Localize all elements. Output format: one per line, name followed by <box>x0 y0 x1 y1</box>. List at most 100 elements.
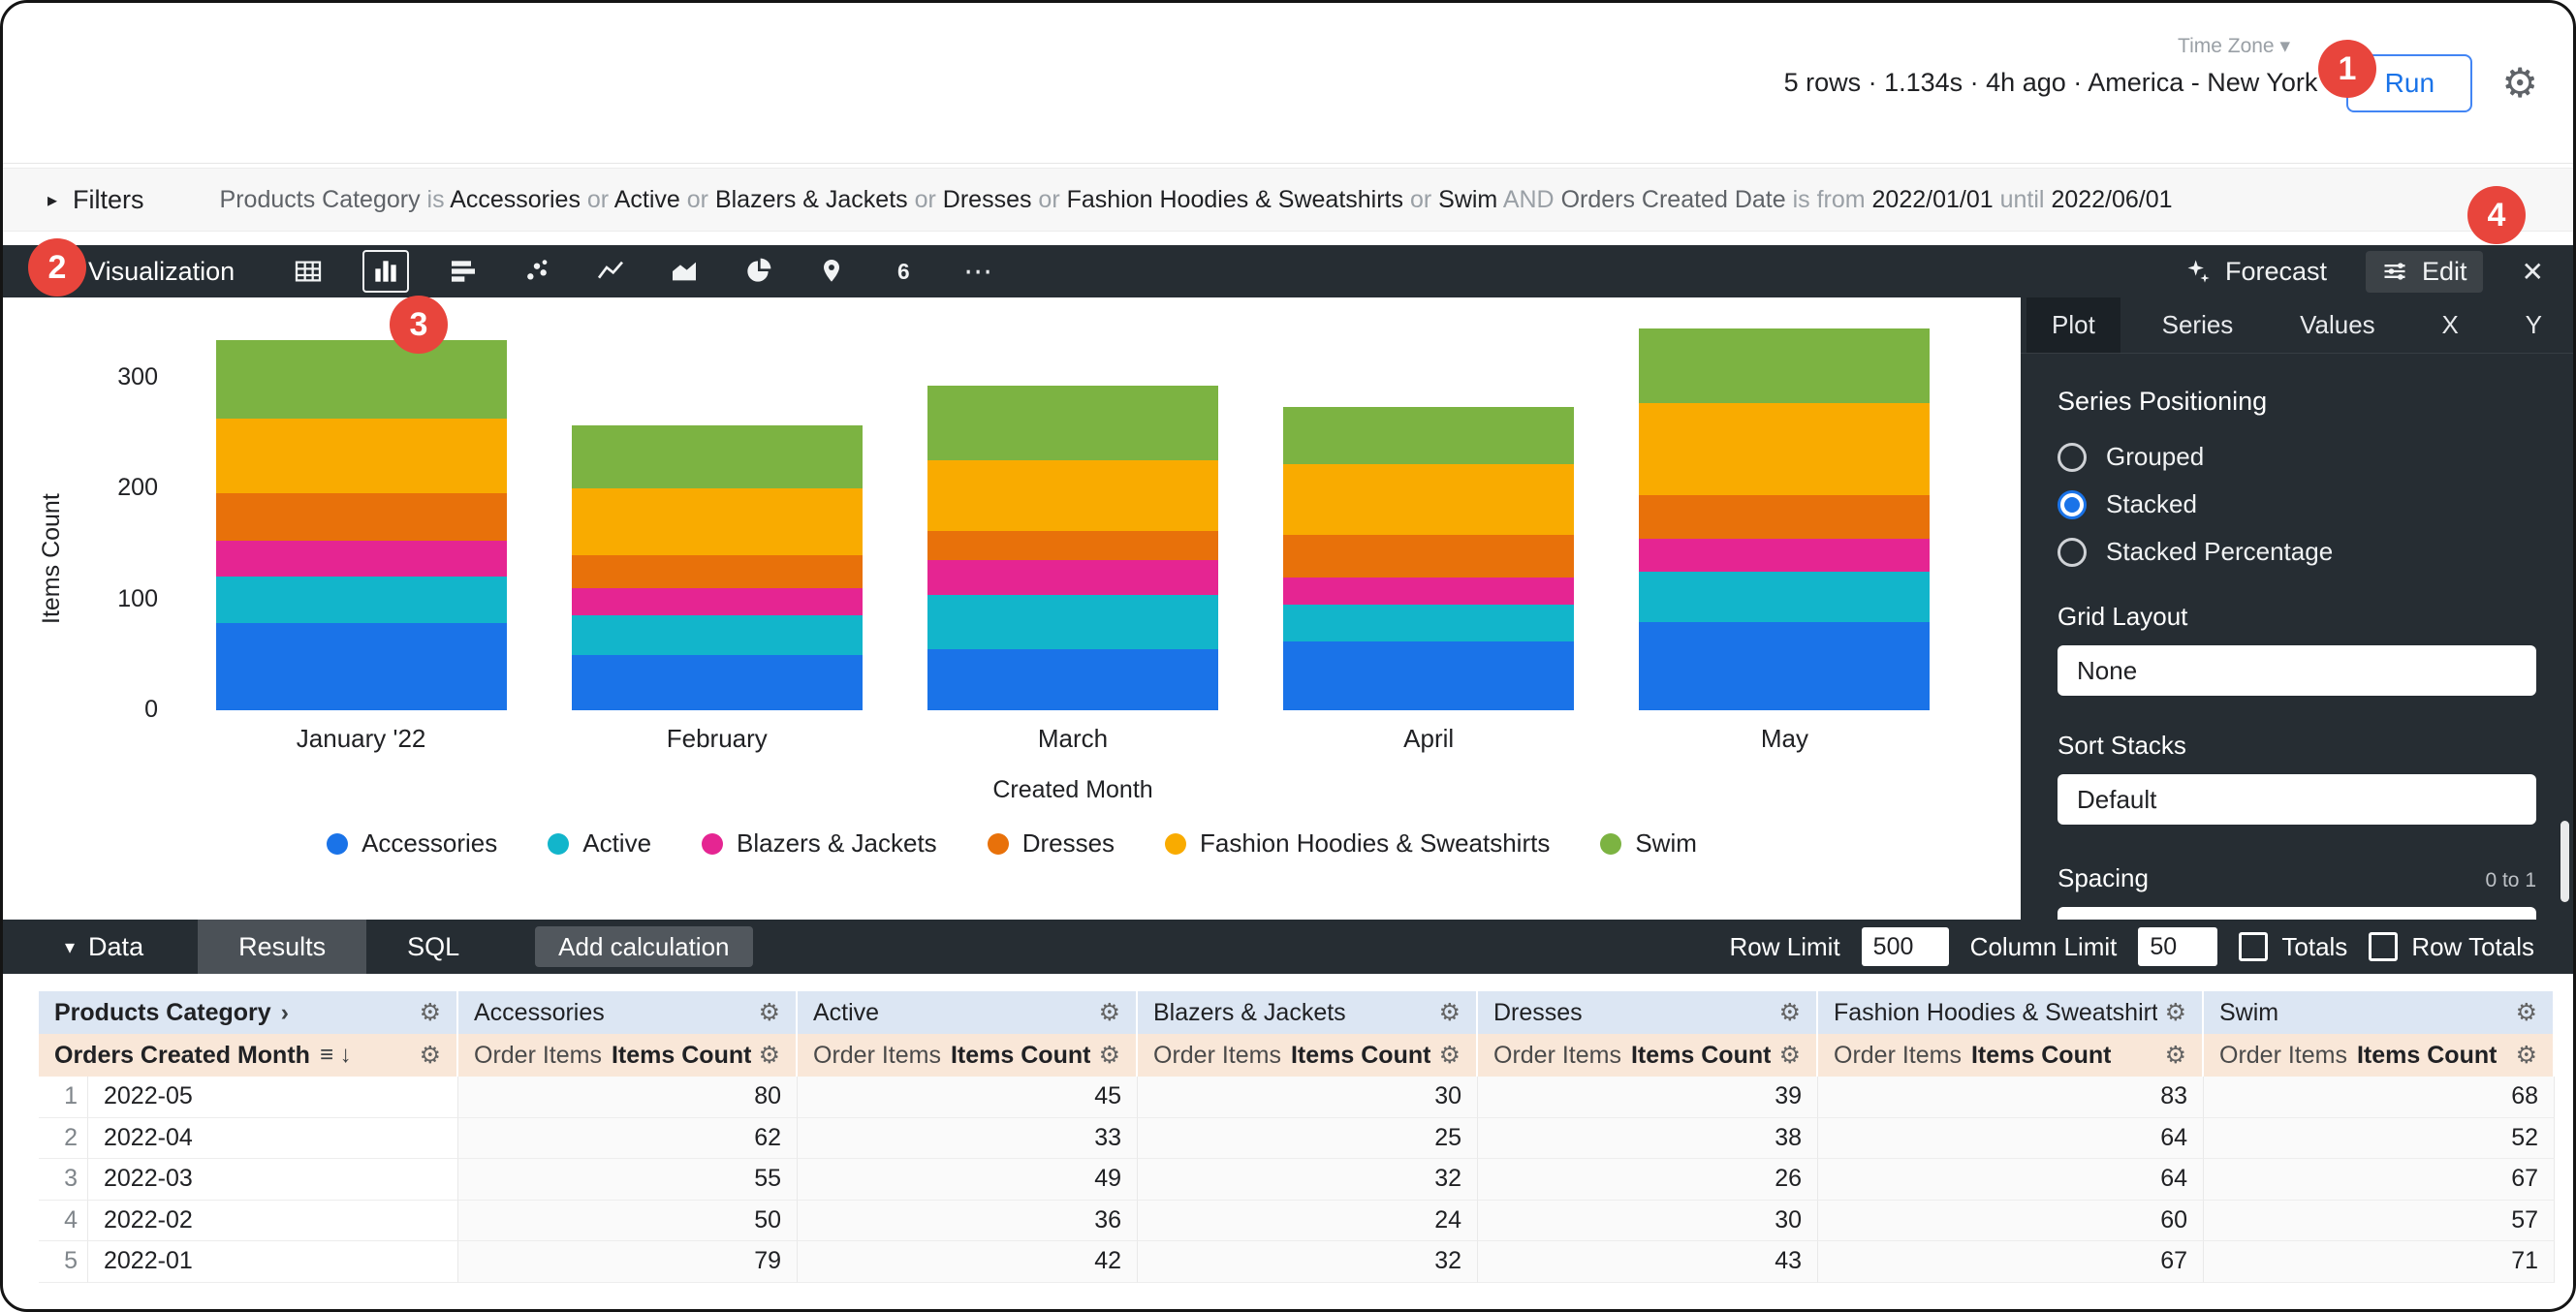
measure-field-header-cell[interactable]: Order Items Items Count⚙ <box>2204 1034 2555 1077</box>
month-cell[interactable]: 2022-03 <box>88 1159 458 1201</box>
legend-item[interactable]: Accessories <box>327 828 497 859</box>
bar-segment[interactable] <box>216 493 507 541</box>
bar-chart-icon[interactable] <box>444 252 483 291</box>
bar-segment[interactable] <box>216 541 507 577</box>
bar-segment[interactable] <box>927 386 1218 460</box>
close-panel-icon[interactable]: ✕ <box>2522 256 2544 288</box>
value-cell[interactable]: 68 <box>2204 1077 2555 1118</box>
edit-tab-plot[interactable]: Plot <box>2026 297 2120 353</box>
bar-segment[interactable] <box>1639 622 1930 710</box>
bar-segment[interactable] <box>572 655 863 710</box>
column-chart-icon[interactable] <box>362 250 409 293</box>
value-cell[interactable]: 79 <box>458 1241 798 1283</box>
stacked-bar[interactable] <box>927 386 1218 710</box>
bar-segment[interactable] <box>216 623 507 710</box>
gear-icon[interactable]: ⚙ <box>1779 1041 1801 1070</box>
value-cell[interactable]: 32 <box>1138 1241 1478 1283</box>
gear-icon[interactable]: ⚙ <box>1099 998 1120 1027</box>
sort-stacks-select[interactable]: Default <box>2058 774 2536 825</box>
bar-segment[interactable] <box>1283 407 1574 464</box>
grid-layout-select[interactable]: None <box>2058 645 2536 696</box>
bar-segment[interactable] <box>572 615 863 655</box>
value-cell[interactable]: 25 <box>1138 1118 1478 1160</box>
bar-segment[interactable] <box>927 595 1218 649</box>
value-cell[interactable]: 30 <box>1138 1077 1478 1118</box>
area-chart-icon[interactable] <box>665 252 704 291</box>
month-cell[interactable]: 2022-04 <box>88 1118 458 1160</box>
filters-toggle[interactable]: ▸ Filters <box>47 185 144 215</box>
gear-icon[interactable]: ⚙ <box>420 1041 441 1070</box>
data-section-toggle[interactable]: ▾ Data <box>65 932 143 962</box>
totals-checkbox[interactable] <box>2239 932 2268 961</box>
bar-segment[interactable] <box>1639 539 1930 572</box>
gear-icon[interactable]: ⚙ <box>420 998 441 1027</box>
bar-segment[interactable] <box>1639 572 1930 621</box>
legend-item[interactable]: Active <box>548 828 651 859</box>
gear-icon[interactable]: ⚙ <box>2165 1041 2186 1070</box>
month-cell[interactable]: 2022-05 <box>88 1077 458 1118</box>
gear-icon[interactable]: ⚙ <box>1439 998 1461 1027</box>
panel-scrollbar[interactable] <box>2560 821 2569 902</box>
value-cell[interactable]: 30 <box>1478 1201 1818 1242</box>
edit-button[interactable]: Edit <box>2366 251 2483 293</box>
scatter-chart-icon[interactable] <box>518 252 556 291</box>
gear-icon[interactable]: ⚙ <box>2516 1041 2537 1070</box>
bar-segment[interactable] <box>927 560 1218 596</box>
pivot-header-cell[interactable]: Dresses⚙ <box>1478 991 1818 1034</box>
timezone-value[interactable]: America - New York <box>2088 68 2317 97</box>
pivot-header-cell[interactable]: Blazers & Jackets⚙ <box>1138 991 1478 1034</box>
bar-segment[interactable] <box>1639 495 1930 539</box>
value-cell[interactable]: 67 <box>2204 1159 2555 1201</box>
gear-icon[interactable]: ⚙ <box>2165 998 2186 1027</box>
single-value-icon[interactable]: 6 <box>886 252 925 291</box>
edit-tab-y[interactable]: Y <box>2500 297 2567 353</box>
value-cell[interactable]: 26 <box>1478 1159 1818 1201</box>
radio-option-grouped[interactable]: Grouped <box>2058 442 2536 472</box>
value-cell[interactable]: 64 <box>1818 1159 2204 1201</box>
value-cell[interactable]: 42 <box>798 1241 1138 1283</box>
bar-segment[interactable] <box>216 419 507 493</box>
month-field-header-cell[interactable]: Orders Created Month≡ ↓⚙ <box>39 1034 458 1077</box>
measure-field-header-cell[interactable]: Order Items Items Count⚙ <box>798 1034 1138 1077</box>
value-cell[interactable]: 43 <box>1478 1241 1818 1283</box>
spacing-input[interactable] <box>2058 907 2536 920</box>
bar-segment[interactable] <box>1283 535 1574 577</box>
filter-expression[interactable]: Products Category is Accessories or Acti… <box>220 186 2173 214</box>
pivot-header-cell[interactable]: Accessories⚙ <box>458 991 798 1034</box>
value-cell[interactable]: 36 <box>798 1201 1138 1242</box>
column-limit-input[interactable] <box>2138 927 2217 966</box>
bar-segment[interactable] <box>1639 328 1930 404</box>
value-cell[interactable]: 62 <box>458 1118 798 1160</box>
bar-segment[interactable] <box>1283 464 1574 535</box>
legend-item[interactable]: Blazers & Jackets <box>702 828 937 859</box>
data-tab-results[interactable]: Results <box>198 920 366 974</box>
legend-item[interactable]: Fashion Hoodies & Sweatshirts <box>1165 828 1550 859</box>
gear-icon[interactable]: ⚙ <box>1099 1041 1120 1070</box>
pie-chart-icon[interactable] <box>738 252 777 291</box>
gear-icon[interactable]: ⚙ <box>2516 998 2537 1027</box>
table-chart-icon[interactable] <box>289 252 328 291</box>
bar-segment[interactable] <box>1639 403 1930 495</box>
bar-segment[interactable] <box>572 588 863 614</box>
value-cell[interactable]: 39 <box>1478 1077 1818 1118</box>
pivot-header-cell[interactable]: Active⚙ <box>798 991 1138 1034</box>
row-limit-input[interactable] <box>1862 927 1949 966</box>
value-cell[interactable]: 45 <box>798 1077 1138 1118</box>
measure-field-header-cell[interactable]: Order Items Items Count⚙ <box>1138 1034 1478 1077</box>
bar-segment[interactable] <box>572 555 863 588</box>
bar-segment[interactable] <box>1283 641 1574 710</box>
legend-item[interactable]: Swim <box>1600 828 1697 859</box>
legend-item[interactable]: Dresses <box>988 828 1115 859</box>
gear-icon[interactable]: ⚙ <box>1439 1041 1461 1070</box>
add-calculation-button[interactable]: Add calculation <box>535 926 752 967</box>
stacked-bar[interactable] <box>572 425 863 710</box>
bar-segment[interactable] <box>572 488 863 555</box>
measure-field-header-cell[interactable]: Order Items Items Count⚙ <box>1478 1034 1818 1077</box>
pivot-header-cell[interactable]: Swim⚙ <box>2204 991 2555 1034</box>
value-cell[interactable]: 50 <box>458 1201 798 1242</box>
edit-tab-values[interactable]: Values <box>2275 297 2401 353</box>
bar-segment[interactable] <box>216 577 507 623</box>
settings-gear-icon[interactable]: ⚙ <box>2501 63 2538 104</box>
value-cell[interactable]: 80 <box>458 1077 798 1118</box>
radio-option-stacked[interactable]: Stacked <box>2058 489 2536 519</box>
